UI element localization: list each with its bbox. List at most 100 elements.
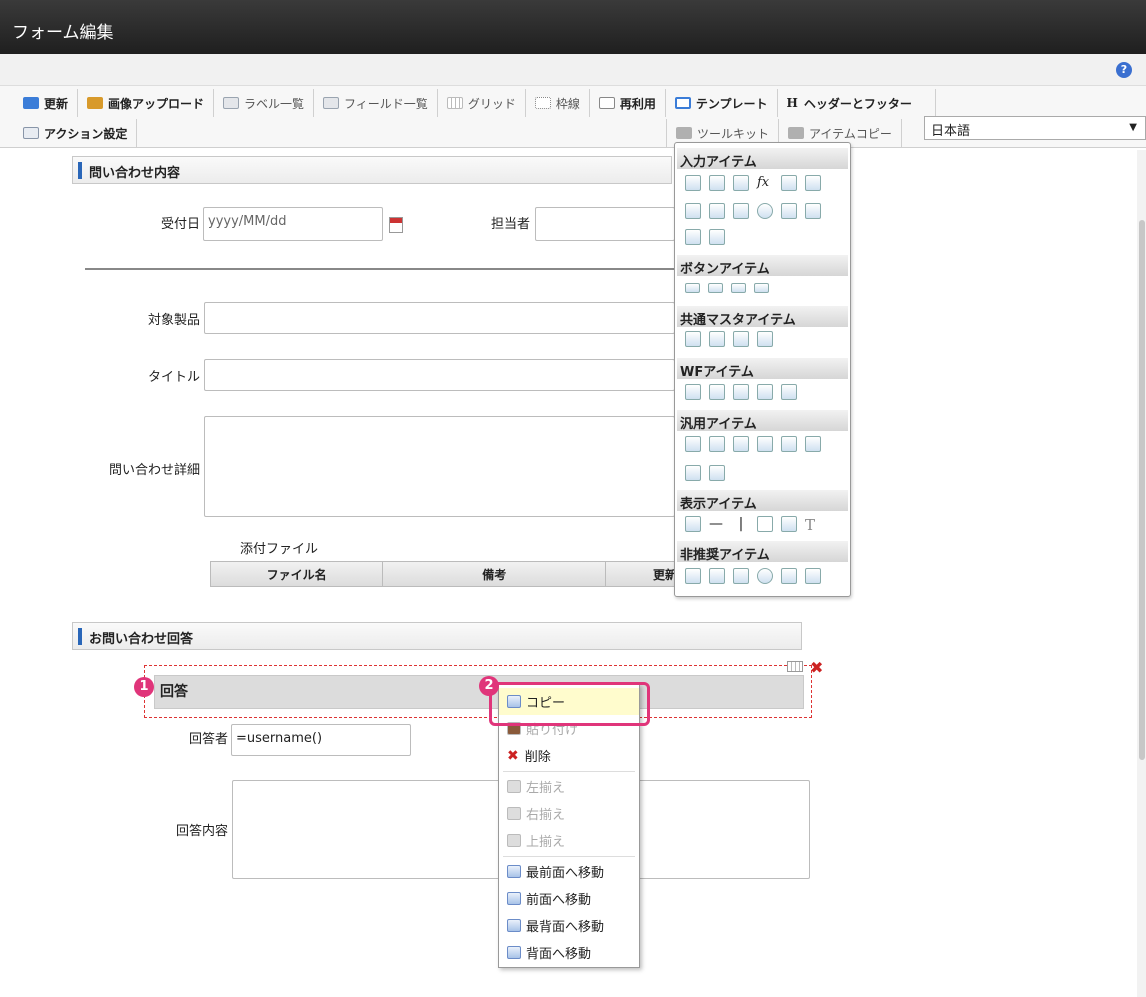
pulldown-icon[interactable] (781, 203, 797, 219)
reuse-button[interactable]: 再利用 (590, 89, 666, 117)
section-inquiry-header[interactable]: 問い合わせ内容 (72, 156, 672, 184)
button-back-icon[interactable] (731, 283, 746, 293)
horizontal-line-icon[interactable]: — (709, 516, 725, 532)
deprecated-radio-icon[interactable] (757, 568, 773, 584)
wf-image-icon[interactable] (733, 384, 749, 400)
scrollbar-thumb[interactable] (1139, 220, 1145, 760)
grid-icon (446, 97, 463, 109)
action-settings-icon (23, 127, 39, 139)
answerer-input[interactable]: =username() (231, 724, 411, 756)
file-upload-icon[interactable] (685, 229, 701, 245)
deprecated-pulldown-icon[interactable] (781, 568, 797, 584)
document-icon[interactable] (709, 436, 725, 452)
display-image-icon[interactable] (781, 516, 797, 532)
chart-icon[interactable] (709, 465, 725, 481)
deprecated-listbox-icon[interactable] (805, 568, 821, 584)
section-answer-header[interactable]: お問い合わせ回答 (72, 622, 802, 650)
header-footer-button[interactable]: H ヘッダーとフッター (778, 89, 936, 117)
title-input[interactable] (204, 359, 675, 391)
date-icon[interactable] (781, 175, 797, 191)
calendar-icon[interactable] (389, 217, 403, 233)
border-button[interactable]: 枠線 (526, 89, 590, 117)
language-select[interactable]: 日本語 ▼ (924, 116, 1146, 140)
radio-icon[interactable] (757, 203, 773, 219)
image-icon[interactable] (709, 229, 725, 245)
align-top-icon (507, 834, 521, 847)
image-upload-button[interactable]: 画像アップロード (78, 89, 215, 117)
menu-item-send-to-back[interactable]: 最背面へ移動 (499, 912, 639, 939)
toolkit-general-icons-row2 (685, 465, 725, 481)
action-settings-button[interactable]: アクション設定 (14, 119, 138, 147)
stamp-icon[interactable] (781, 384, 797, 400)
bring-forward-icon (507, 892, 521, 905)
chevron-down-icon: ▼ (1129, 122, 1137, 133)
template-button[interactable]: テンプレート (666, 89, 778, 117)
toolkit-group-deprecated: 非推奨アイテム (677, 541, 848, 563)
product-label: 対象製品 (147, 313, 200, 328)
menu-item-send-backward[interactable]: 背面へ移動 (499, 939, 639, 966)
organization-icon[interactable] (709, 331, 725, 347)
column-updated: 更新 (652, 567, 677, 582)
camera-icon[interactable] (733, 436, 749, 452)
label-icon[interactable] (685, 516, 701, 532)
button-forward-icon[interactable] (708, 283, 723, 293)
menu-separator (503, 771, 635, 772)
deprecated-list-icon[interactable] (709, 568, 725, 584)
properties-icon[interactable] (787, 661, 803, 672)
grid-label: グリッド (467, 96, 516, 111)
listbox-icon[interactable] (805, 203, 821, 219)
text-icon[interactable]: T (805, 516, 821, 534)
group-icon[interactable] (757, 331, 773, 347)
key-icon[interactable] (757, 436, 773, 452)
toolbar-row-1: 更新 画像アップロード ラベル一覧 フィールド一覧 グリッド 枠線 再利用 テン… (14, 89, 936, 117)
button-submit-icon[interactable] (685, 283, 700, 293)
toolkit-icon (676, 127, 692, 139)
help-icon[interactable]: ? (1116, 62, 1132, 78)
product-input[interactable] (204, 302, 675, 334)
role-icon[interactable] (733, 331, 749, 347)
toolkit-wf-icons (685, 384, 797, 400)
list-icon[interactable] (709, 203, 725, 219)
toolkit-group-wf: WFアイテム (677, 358, 848, 380)
user-icon[interactable] (685, 331, 701, 347)
datetime-icon[interactable] (805, 175, 821, 191)
grid-button[interactable]: グリッド (438, 89, 526, 117)
checkbox-icon[interactable] (733, 203, 749, 219)
box-icon[interactable] (757, 516, 773, 532)
menu-item-delete[interactable]: ✖ 削除 (499, 742, 639, 769)
textarea-icon[interactable] (709, 175, 725, 191)
menu-item-bring-forward[interactable]: 前面へ移動 (499, 885, 639, 912)
item-copy-icon (788, 127, 805, 139)
textbox-icon[interactable] (685, 175, 701, 191)
history-icon[interactable] (757, 384, 773, 400)
clipboard-icon[interactable] (685, 384, 701, 400)
update-button[interactable]: 更新 (14, 89, 79, 117)
vertical-line-icon[interactable]: | (733, 516, 749, 532)
toolkit-group-general: 汎用アイテム (677, 410, 848, 432)
deprecated-select-icon[interactable] (685, 568, 701, 584)
attachment-icon[interactable] (709, 384, 725, 400)
number-icon[interactable] (733, 175, 749, 191)
details-textarea[interactable] (204, 416, 675, 517)
answer-header-bar[interactable] (154, 675, 804, 709)
upload-icon[interactable] (781, 436, 797, 452)
button-return-icon[interactable] (754, 283, 769, 293)
deprecated-checkbox-icon[interactable] (733, 568, 749, 584)
toolkit-master-icons (685, 331, 773, 347)
delete-icon[interactable]: ✖ (810, 658, 823, 677)
menu-separator (503, 856, 635, 857)
function-icon[interactable]: fx (757, 175, 773, 191)
person-in-charge-input[interactable] (535, 207, 675, 241)
select-icon[interactable] (685, 203, 701, 219)
panel-icon[interactable] (685, 465, 701, 481)
field-list-button[interactable]: フィールド一覧 (314, 89, 438, 117)
received-date-label: 受付日 (160, 217, 200, 232)
label-list-button[interactable]: ラベル一覧 (214, 89, 315, 117)
download-icon[interactable] (805, 436, 821, 452)
toolkit-label: ツールキット (697, 126, 770, 141)
menu-item-bring-to-front[interactable]: 最前面へ移動 (499, 858, 639, 885)
toolkit-group-button: ボタンアイテム (677, 255, 848, 277)
received-date-input[interactable]: yyyy/MM/dd (203, 207, 383, 241)
menu-item-align-left-label: 左揃え (526, 781, 566, 796)
hidden-icon[interactable] (685, 436, 701, 452)
